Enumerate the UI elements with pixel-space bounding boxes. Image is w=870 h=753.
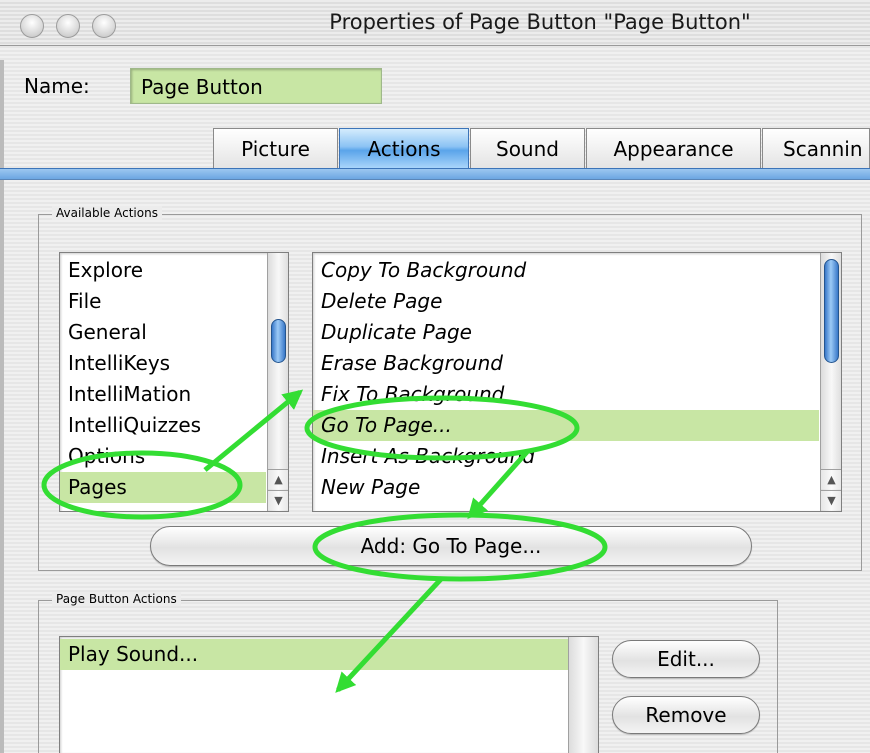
name-field[interactable]: Page Button	[130, 68, 382, 104]
list-item[interactable]: IntelliKeys	[60, 348, 288, 379]
action-rows: Copy To Background Delete Page Duplicate…	[313, 253, 841, 503]
category-rows: Explore File General IntelliKeys Intelli…	[60, 253, 288, 503]
list-item-selected[interactable]: Go To Page...	[313, 410, 819, 441]
list-item[interactable]: General	[60, 317, 288, 348]
category-scrollbar[interactable]: ▲ ▼	[267, 253, 288, 511]
list-item[interactable]: IntelliMation	[60, 379, 288, 410]
category-scroll-thumb[interactable]	[271, 319, 286, 363]
scroll-up-arrow-icon[interactable]: ▲	[821, 469, 841, 489]
add-action-button[interactable]: Add: Go To Page...	[150, 526, 752, 566]
list-item-selected[interactable]: Play Sound...	[60, 639, 568, 670]
close-window-button[interactable]	[20, 14, 44, 38]
action-scroll-thumb[interactable]	[824, 259, 839, 363]
title-bar[interactable]: Properties of Page Button "Page Button"	[0, 0, 870, 46]
scroll-down-arrow-icon[interactable]: ▼	[268, 490, 288, 510]
action-scrollbar[interactable]: ▲ ▼	[820, 253, 841, 511]
page-actions-scrollbar[interactable]	[568, 637, 598, 753]
category-list[interactable]: Explore File General IntelliKeys Intelli…	[59, 252, 289, 512]
tab-actions[interactable]: Actions	[339, 128, 469, 168]
list-item[interactable]: IntelliQuizzes	[60, 410, 288, 441]
list-item[interactable]: Erase Background	[313, 348, 841, 379]
available-actions-title: Available Actions	[52, 206, 162, 220]
list-item[interactable]: Explore	[60, 255, 288, 286]
action-list[interactable]: Copy To Background Delete Page Duplicate…	[312, 252, 842, 512]
page-button-actions-title: Page Button Actions	[52, 592, 181, 606]
list-item[interactable]: Duplicate Page	[313, 317, 841, 348]
tab-bar-underline	[0, 168, 870, 180]
minimize-window-button[interactable]	[56, 14, 80, 38]
list-item[interactable]: Delete Page	[313, 286, 841, 317]
name-label: Name:	[24, 74, 90, 98]
list-item[interactable]: Options	[60, 441, 288, 472]
edit-button[interactable]: Edit...	[612, 640, 760, 678]
list-item[interactable]: File	[60, 286, 288, 317]
list-item-selected[interactable]: Pages	[60, 472, 266, 503]
list-item[interactable]: Insert As Background	[313, 441, 841, 472]
window-title: Properties of Page Button "Page Button"	[329, 10, 751, 34]
page-button-action-list[interactable]: Play Sound...	[59, 636, 599, 753]
scroll-up-arrow-icon[interactable]: ▲	[268, 469, 288, 489]
remove-button[interactable]: Remove	[612, 696, 760, 734]
list-item[interactable]: New Page	[313, 472, 841, 503]
window-left-edge	[0, 60, 4, 753]
scroll-down-arrow-icon[interactable]: ▼	[821, 490, 841, 510]
zoom-window-button[interactable]	[92, 14, 116, 38]
list-item[interactable]: Copy To Background	[313, 255, 841, 286]
list-item[interactable]: Fix To Background	[313, 379, 841, 410]
tab-appearance[interactable]: Appearance	[586, 128, 761, 168]
tab-sound[interactable]: Sound	[470, 128, 585, 168]
tab-picture[interactable]: Picture	[213, 128, 338, 168]
tab-scanning[interactable]: Scannin	[762, 128, 870, 168]
